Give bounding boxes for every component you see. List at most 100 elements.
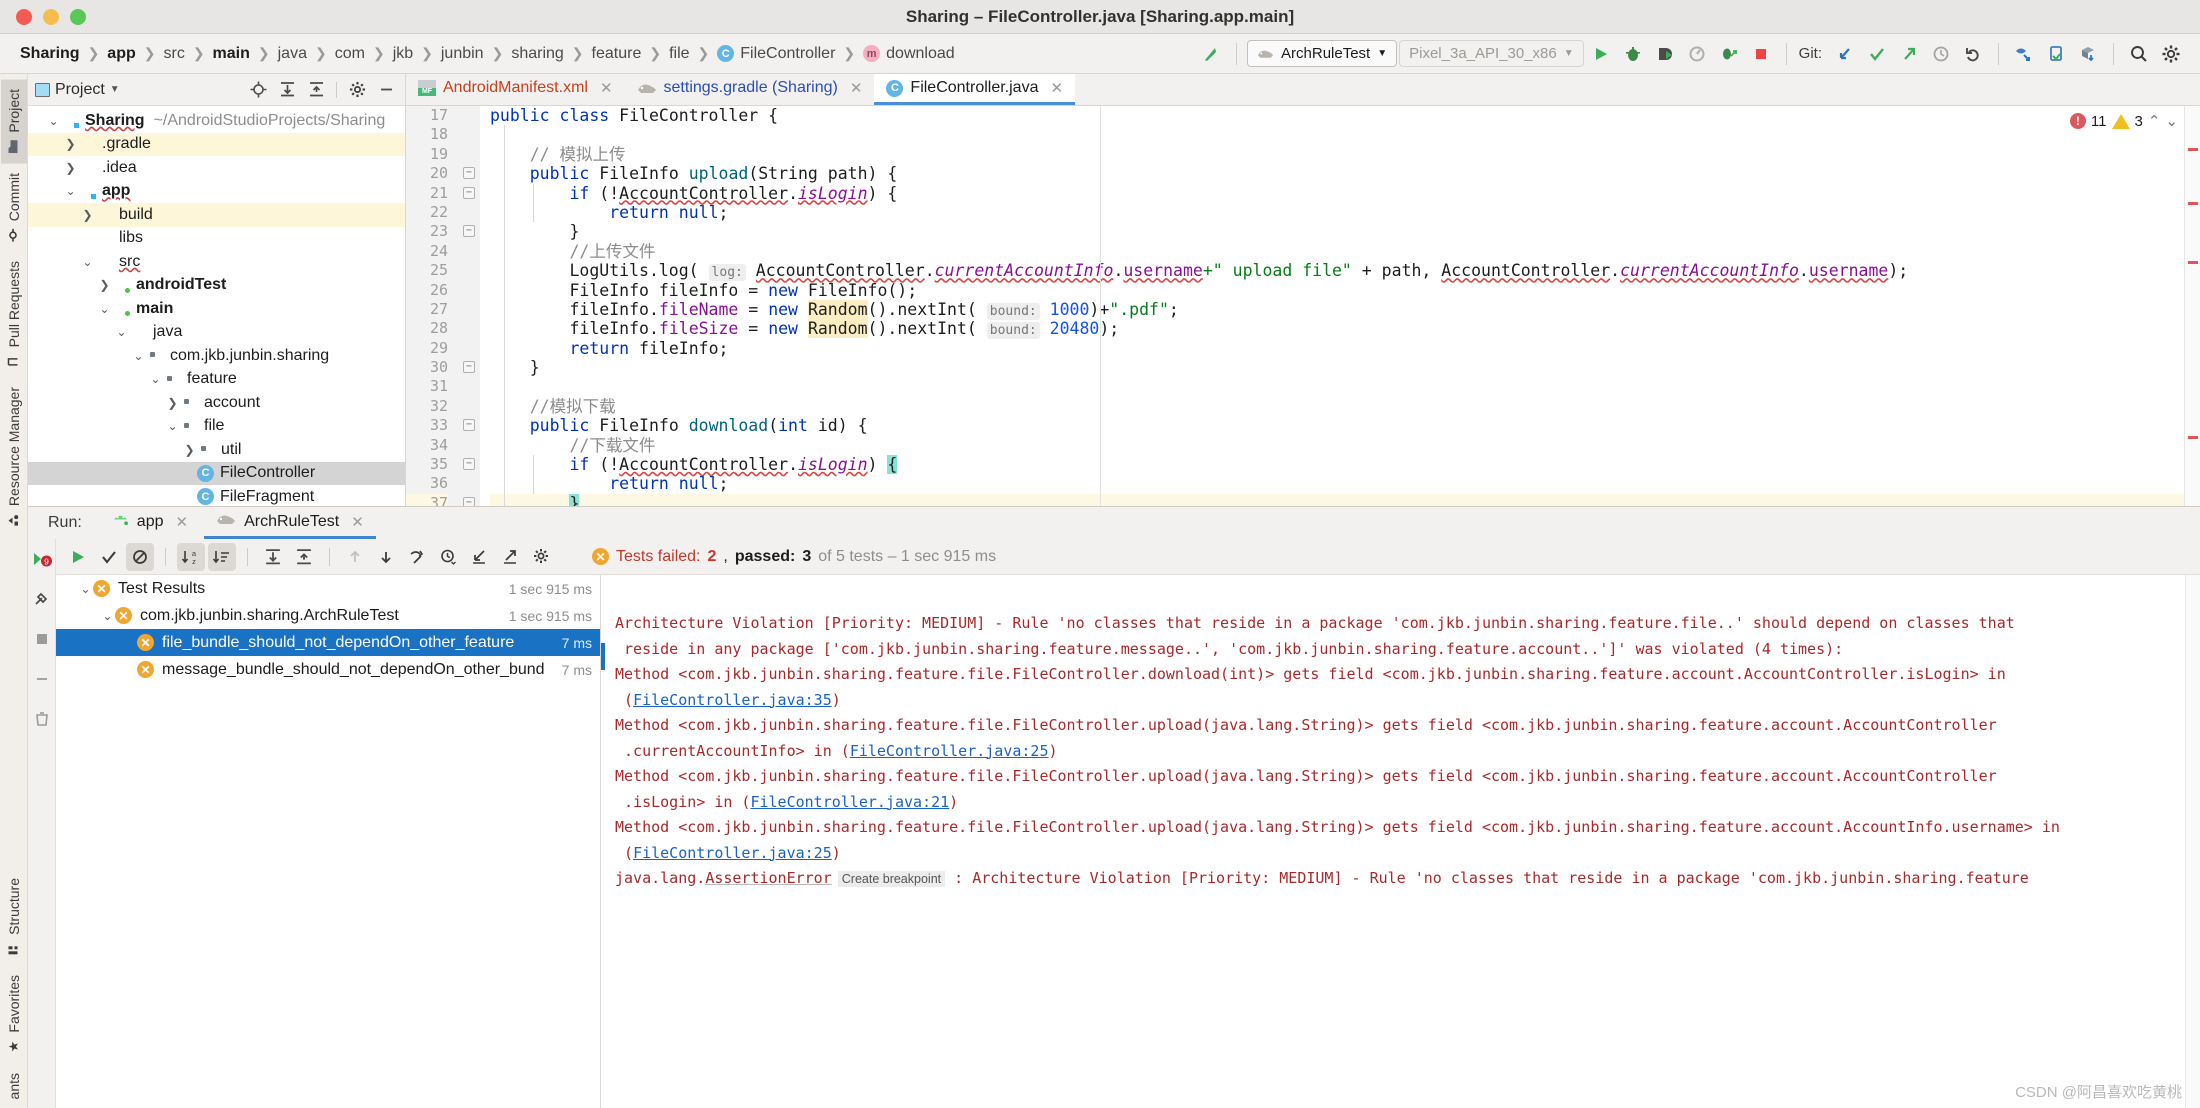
chevron-right-icon[interactable]: ❯ <box>97 278 112 292</box>
stacktrace-link[interactable]: FileController.java:21 <box>750 793 949 811</box>
run-coverage-icon[interactable] <box>1650 39 1680 69</box>
tree-node-app[interactable]: ⌄app <box>28 180 405 204</box>
rerun-icon[interactable] <box>64 543 92 571</box>
autoscroll-icon[interactable] <box>403 543 431 571</box>
sidebar-item-project[interactable]: Project <box>1 80 27 164</box>
code-line[interactable]: if (!AccountController.isLogin) { <box>490 184 2200 203</box>
fold-toggle-icon[interactable]: − <box>463 458 475 470</box>
stop-icon[interactable] <box>28 625 56 653</box>
toggle-tasks-icon[interactable] <box>28 585 56 613</box>
import-tests-icon[interactable] <box>465 543 493 571</box>
console-scrollbar[interactable] <box>2185 575 2200 1108</box>
avd-manager-icon[interactable] <box>2009 39 2039 69</box>
profiler-icon[interactable] <box>1682 39 1712 69</box>
code-line[interactable]: FileInfo fileInfo = new FileInfo(); <box>490 281 2200 300</box>
test-row[interactable]: ⌄✕Test Results1 sec 915 ms <box>56 575 600 602</box>
code-folding-column[interactable]: −−−−−−− <box>458 106 480 506</box>
chevron-down-icon[interactable]: ⌄ <box>131 349 146 363</box>
tree-node-account[interactable]: ❯account <box>28 391 405 415</box>
make-project-icon[interactable] <box>1196 39 1226 69</box>
export-tests-icon[interactable] <box>496 543 524 571</box>
tree-node--idea[interactable]: ❯.idea <box>28 156 405 180</box>
code-editor[interactable]: 1718192021222324252627282930313233343536… <box>406 106 2200 506</box>
assertion-error-link[interactable]: AssertionError <box>705 869 831 887</box>
breadcrumb-item-download[interactable]: mdownload <box>863 45 955 63</box>
stacktrace-link[interactable]: FileController.java:25 <box>633 844 832 862</box>
attach-debugger-icon[interactable] <box>1714 39 1744 69</box>
collapse-all-icon[interactable] <box>290 543 318 571</box>
chevron-right-icon[interactable]: ❯ <box>63 137 78 151</box>
close-icon[interactable]: ✕ <box>850 79 863 97</box>
next-failed-icon[interactable] <box>372 543 400 571</box>
code-text[interactable]: public class FileController { // 模拟上传 pu… <box>480 106 2200 506</box>
code-line[interactable]: return fileInfo; <box>490 339 2200 358</box>
chevron-down-icon[interactable]: ⌄ <box>114 325 129 339</box>
prev-failed-icon[interactable] <box>341 543 369 571</box>
editor-tab-filecontroller-java[interactable]: CFileController.java✕ <box>874 74 1075 105</box>
git-commit-icon[interactable] <box>1862 39 1892 69</box>
test-row[interactable]: ✕file_bundle_should_not_dependOn_other_f… <box>56 629 600 656</box>
hide-ignored-icon[interactable] <box>126 543 154 571</box>
project-tree[interactable]: ⌄Sharing~/AndroidStudioProjects/Sharing❯… <box>28 106 405 506</box>
chevron-down-icon[interactable]: ⌄ <box>80 255 95 269</box>
stacktrace-link[interactable]: FileController.java:35 <box>633 691 832 709</box>
error-marker[interactable] <box>2188 202 2198 205</box>
error-marker[interactable] <box>2188 148 2198 151</box>
editor-tab-androidmanifest-xml[interactable]: AndroidManifest.xml✕ <box>406 74 625 105</box>
code-line[interactable]: fileInfo.fileName = new Random().nextInt… <box>490 300 2200 319</box>
test-results-tree[interactable]: ⌄✕Test Results1 sec 915 ms⌄✕com.jkb.junb… <box>56 575 601 1108</box>
device-file-explorer-icon[interactable] <box>2041 39 2071 69</box>
git-rollback-icon[interactable] <box>1958 39 1988 69</box>
code-line[interactable]: public FileInfo download(int id) { <box>490 416 2200 435</box>
tree-node-file[interactable]: ⌄file <box>28 415 405 439</box>
code-line[interactable]: public class FileController { <box>490 106 2200 125</box>
tree-node--gradle[interactable]: ❯.gradle <box>28 133 405 157</box>
error-marker[interactable] <box>2188 261 2198 264</box>
fold-toggle-icon[interactable]: − <box>463 361 475 373</box>
test-row[interactable]: ✕message_bundle_should_not_dependOn_othe… <box>56 656 600 683</box>
breadcrumb-item-com[interactable]: com <box>335 45 365 63</box>
sidebar-item-commit[interactable]: Commit <box>1 164 27 252</box>
chevron-down-icon[interactable]: ⌄ <box>97 302 112 316</box>
run-configuration-selector[interactable]: ArchRuleTest ▼ <box>1247 40 1397 67</box>
error-stripe[interactable] <box>2184 106 2200 506</box>
chevron-down-icon[interactable]: ⌄ <box>78 582 93 596</box>
code-line[interactable]: LogUtils.log( log: AccountController.cur… <box>490 261 2200 280</box>
debug-icon[interactable] <box>1618 39 1648 69</box>
code-line[interactable]: //下载文件 <box>490 436 2200 455</box>
zoom-window-button[interactable] <box>70 9 86 25</box>
code-line[interactable]: } <box>490 222 2200 241</box>
editor-tab-settings-gradle-sharing-[interactable]: settings.gradle (Sharing)✕ <box>625 74 875 105</box>
sidebar-item-pull-requests[interactable]: Pull Requests <box>1 252 27 378</box>
tree-node-main[interactable]: ⌄main <box>28 297 405 321</box>
close-icon[interactable]: ✕ <box>176 513 189 531</box>
git-push-icon[interactable] <box>1894 39 1924 69</box>
gear-icon[interactable] <box>345 78 369 102</box>
create-breakpoint-button[interactable]: Create breakpoint <box>838 871 945 887</box>
code-line[interactable]: public FileInfo upload(String path) { <box>490 164 2200 183</box>
sidebar-item-favorites[interactable]: ★ Favorites <box>1 966 27 1064</box>
breadcrumb-item-sharing[interactable]: sharing <box>511 45 563 63</box>
run-icon[interactable] <box>1586 39 1616 69</box>
sdk-manager-icon[interactable] <box>2073 39 2103 69</box>
breadcrumb-item-app[interactable]: app <box>107 45 135 63</box>
run-tab-app[interactable]: app ✕ <box>100 508 200 539</box>
breadcrumb-item-junbin[interactable]: junbin <box>441 45 484 63</box>
code-line[interactable]: return null; <box>490 474 2200 493</box>
fold-toggle-icon[interactable]: − <box>463 225 475 237</box>
chevron-right-icon[interactable]: ❯ <box>63 161 78 175</box>
fold-toggle-icon[interactable]: − <box>463 187 475 199</box>
tree-node-com-jkb-junbin-sharing[interactable]: ⌄com.jkb.junbin.sharing <box>28 344 405 368</box>
code-line[interactable]: //模拟下载 <box>490 397 2200 416</box>
expand-all-icon[interactable] <box>259 543 287 571</box>
sidebar-item-structure[interactable]: Structure <box>1 869 27 966</box>
close-icon[interactable]: ✕ <box>600 79 613 97</box>
sort-alphabetically-icon[interactable]: az <box>177 543 205 571</box>
code-line[interactable] <box>490 377 2200 396</box>
tree-node-java[interactable]: ⌄java <box>28 321 405 345</box>
code-line[interactable]: // 模拟上传 <box>490 145 2200 164</box>
device-selector[interactable]: Pixel_3a_API_30_x86 ▼ <box>1399 40 1584 67</box>
fold-toggle-icon[interactable]: − <box>463 419 475 431</box>
breadcrumb-item-feature[interactable]: feature <box>592 45 642 63</box>
code-line[interactable]: } <box>490 494 2200 506</box>
